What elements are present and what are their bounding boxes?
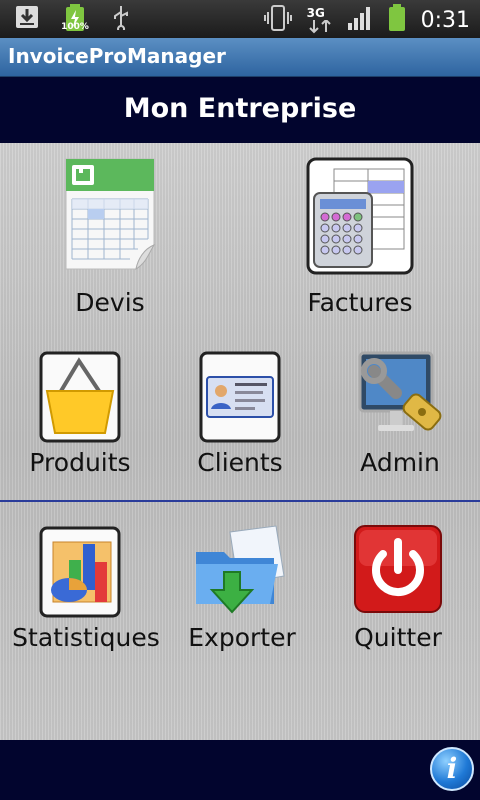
export-folder-icon bbox=[190, 522, 290, 624]
battery-percent: 100% bbox=[61, 22, 89, 32]
download-icon bbox=[14, 4, 40, 34]
company-header: Mon Entreprise bbox=[0, 77, 480, 143]
section-divider bbox=[0, 500, 480, 502]
shopping-basket-icon bbox=[39, 351, 121, 447]
statistics-chart-icon bbox=[39, 526, 121, 622]
info-icon: i bbox=[446, 752, 458, 785]
signal-icon bbox=[347, 5, 373, 35]
status-bar: 100% 3G 0:31 bbox=[0, 0, 480, 38]
menu-exporter-button[interactable]: Exporter bbox=[160, 518, 320, 688]
menu-quitter-label: Quitter bbox=[354, 623, 442, 652]
info-button[interactable]: i bbox=[430, 747, 474, 791]
network-3g-icon: 3G bbox=[307, 6, 333, 34]
menu-admin-button[interactable]: Admin bbox=[320, 343, 480, 513]
menu-admin-label: Admin bbox=[360, 448, 440, 477]
battery-icon bbox=[387, 4, 407, 36]
app-title: InvoiceProManager bbox=[8, 44, 226, 68]
admin-settings-icon bbox=[352, 349, 448, 449]
vibrate-icon bbox=[263, 4, 293, 36]
clock: 0:31 bbox=[420, 7, 470, 33]
menu-factures-button[interactable]: Factures bbox=[280, 153, 440, 323]
contact-card-icon bbox=[199, 351, 281, 447]
usb-icon bbox=[110, 4, 132, 34]
menu-statistiques-label: Statistiques bbox=[12, 623, 160, 652]
footer-bar: i bbox=[0, 740, 480, 800]
menu-statistiques-button[interactable]: Statistiques bbox=[0, 518, 160, 688]
menu-devis-label: Devis bbox=[75, 288, 145, 317]
menu-quitter-button[interactable]: Quitter bbox=[318, 518, 478, 688]
menu-devis-button[interactable]: Devis bbox=[30, 153, 190, 323]
menu-produits-label: Produits bbox=[29, 448, 131, 477]
main-menu: Devis Factures Produits Clients Admin St… bbox=[0, 143, 480, 740]
calculator-invoice-icon bbox=[306, 157, 414, 279]
battery-charging-icon: 100% bbox=[60, 4, 90, 34]
power-icon bbox=[353, 524, 443, 618]
spreadsheet-icon bbox=[58, 155, 162, 277]
menu-clients-label: Clients bbox=[197, 448, 283, 477]
company-name: Mon Entreprise bbox=[123, 93, 357, 124]
menu-clients-button[interactable]: Clients bbox=[160, 343, 320, 513]
app-title-bar: InvoiceProManager bbox=[0, 38, 480, 77]
menu-factures-label: Factures bbox=[307, 288, 413, 317]
menu-produits-button[interactable]: Produits bbox=[0, 343, 160, 513]
menu-exporter-label: Exporter bbox=[188, 623, 296, 652]
